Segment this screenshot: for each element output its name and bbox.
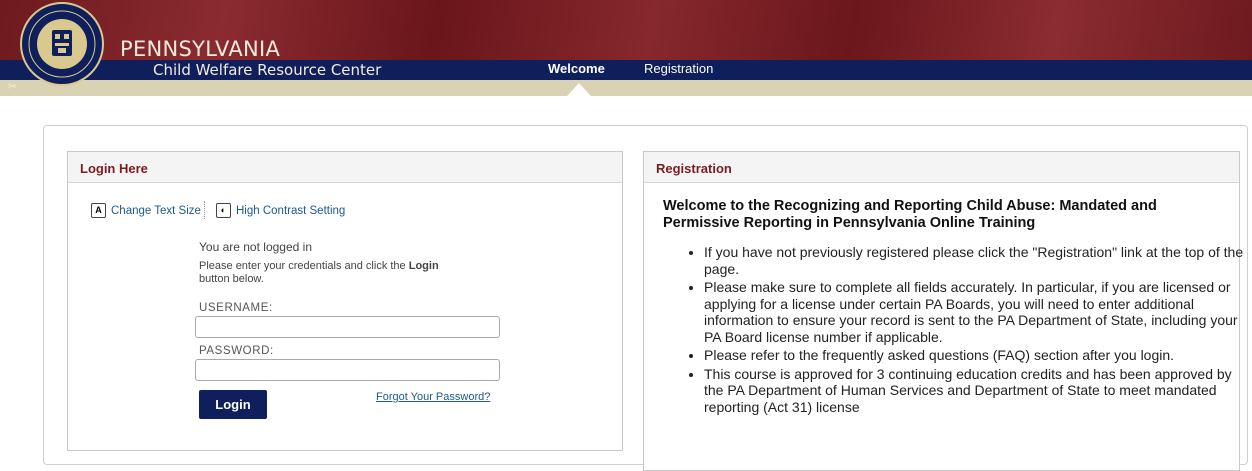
contrast-icon: ◐ <box>216 203 231 218</box>
registration-list: If you have not previously registered pl… <box>679 244 1249 417</box>
forgot-password-link[interactable]: Forgot Your Password? <box>376 391 490 403</box>
login-panel: Login Here <box>67 151 623 451</box>
instructions-text: Please enter your credentials and click … <box>199 260 409 272</box>
change-text-size-label: Change Text Size <box>111 204 201 217</box>
list-item: If you have not previously registered pl… <box>704 244 1249 277</box>
password-label: PASSWORD: <box>199 345 274 357</box>
login-panel-title: Login Here <box>68 152 622 183</box>
nav-welcome-link[interactable]: Welcome <box>548 61 605 76</box>
login-button[interactable]: Login <box>199 390 267 419</box>
password-input[interactable] <box>195 359 500 381</box>
high-contrast-label: High Contrast Setting <box>236 204 346 217</box>
text-size-icon: A <box>91 203 106 218</box>
instructions-text-end: button below. <box>199 273 264 285</box>
instructions-bold: Login <box>408 260 439 272</box>
university-seal-icon[interactable] <box>20 2 104 86</box>
list-item: Please refer to the frequently asked que… <box>704 347 1249 364</box>
header-strip <box>0 80 1252 96</box>
login-instructions: Please enter your credentials and click … <box>199 260 479 286</box>
brand-title: PENNSYLVANIA <box>120 37 281 61</box>
seal-ring <box>28 10 96 78</box>
list-item: Please make sure to complete all fields … <box>704 279 1249 345</box>
active-nav-pointer <box>567 83 591 96</box>
username-input[interactable] <box>195 316 500 338</box>
nav-registration-link[interactable]: Registration <box>644 61 713 76</box>
divider <box>204 201 205 219</box>
registration-panel-title: Registration <box>644 152 1239 183</box>
username-label: USERNAME: <box>199 302 273 314</box>
high-contrast-link[interactable]: ◐ High Contrast Setting <box>216 203 345 218</box>
brand-subtitle: Child Welfare Resource Center <box>153 61 382 79</box>
link-icon[interactable]: ✂ <box>8 80 17 93</box>
login-status: You are not logged in <box>199 240 312 254</box>
site-header: PENNSYLVANIA Child Welfare Resource Cent… <box>0 0 1252 96</box>
change-text-size-link[interactable]: A Change Text Size <box>91 203 201 218</box>
list-item: This course is approved for 3 continuing… <box>704 366 1249 416</box>
registration-heading: Welcome to the Recognizing and Reporting… <box>663 198 1157 231</box>
